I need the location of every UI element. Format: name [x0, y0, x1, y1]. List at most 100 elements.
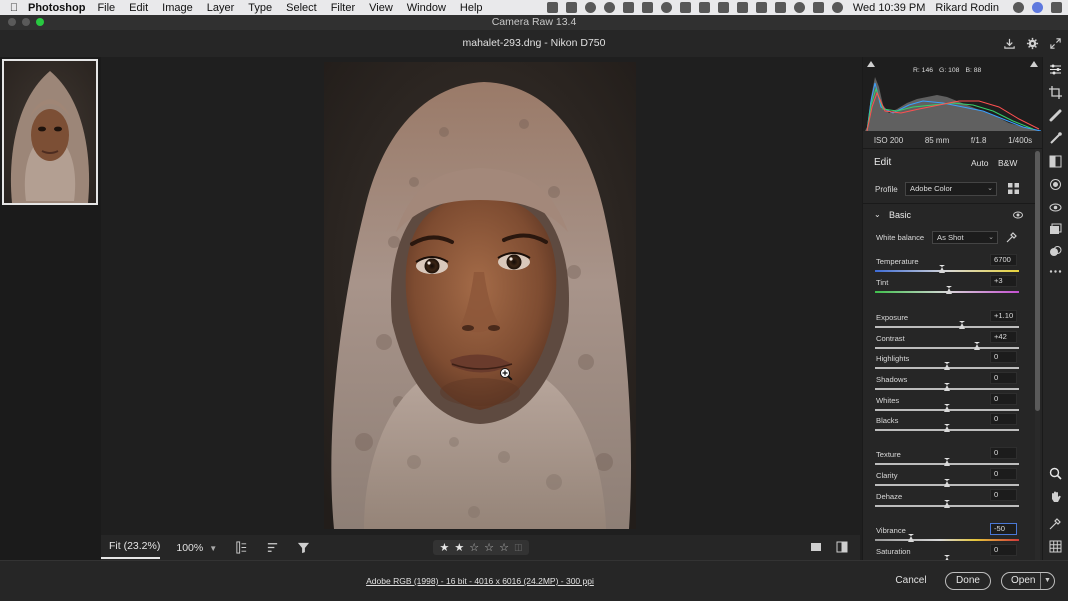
highlights-value-field[interactable]: 0: [990, 351, 1017, 363]
vibrance-value-field[interactable]: -50: [990, 523, 1017, 535]
saturation-value-field[interactable]: 0: [990, 544, 1017, 556]
dehaze-value-field[interactable]: 0: [990, 489, 1017, 501]
profile-browser-icon[interactable]: [1008, 183, 1019, 194]
whites-slider-thumb[interactable]: [943, 404, 950, 412]
radial-filter-icon[interactable]: [1049, 178, 1062, 191]
star-5-icon[interactable]: ☆: [499, 541, 509, 554]
full-screen-icon[interactable]: [1049, 37, 1062, 50]
shadows-slider-thumb[interactable]: [943, 383, 950, 391]
temperature-value-field[interactable]: 6700: [990, 254, 1017, 266]
vibrance-slider-thumb[interactable]: [907, 534, 914, 542]
tray-record-icon[interactable]: [584, 2, 596, 13]
save-image-icon[interactable]: [1003, 37, 1016, 50]
highlights-slider-thumb[interactable]: [943, 362, 950, 370]
temperature-slider-track[interactable]: [875, 270, 1019, 272]
whites-value-field[interactable]: 0: [990, 393, 1017, 405]
temperature-slider-thumb[interactable]: [939, 265, 946, 273]
image-canvas[interactable]: [101, 57, 860, 535]
tray-wifi-icon[interactable]: [831, 2, 843, 13]
blacks-value-field[interactable]: 0: [990, 413, 1017, 425]
menubar-user[interactable]: Rikard Rodin: [935, 2, 999, 14]
gear-icon[interactable]: [1026, 37, 1039, 50]
star-4-icon[interactable]: ☆: [484, 541, 494, 554]
tray-time-machine-icon[interactable]: [793, 2, 805, 13]
tray-volume-icon[interactable]: [736, 2, 748, 13]
menu-file[interactable]: File: [97, 2, 115, 14]
visibility-eye-icon[interactable]: [1013, 211, 1023, 219]
tray-app-icon[interactable]: [641, 2, 653, 13]
tray-app-icon[interactable]: [698, 2, 710, 13]
zoom-tool-icon[interactable]: [1049, 467, 1062, 480]
zoom-level-dropdown[interactable]: 100% ▼: [176, 542, 217, 554]
tint-value-field[interactable]: +3: [990, 275, 1017, 287]
crop-icon[interactable]: [1049, 86, 1062, 99]
menu-app-name[interactable]: Photoshop: [28, 2, 85, 14]
filmstrip-thumbnail[interactable]: [2, 59, 98, 205]
tray-app-icon[interactable]: [546, 2, 558, 13]
clarity-value-field[interactable]: 0: [990, 468, 1017, 480]
snapshots-icon[interactable]: [1049, 223, 1062, 236]
close-window-button[interactable]: [8, 18, 16, 26]
grid-overlay-icon[interactable]: [1049, 540, 1062, 553]
cancel-button[interactable]: Cancel: [888, 572, 934, 590]
tray-app-icon[interactable]: [660, 2, 672, 13]
graduated-filter-icon[interactable]: [1049, 155, 1062, 168]
menu-filter[interactable]: Filter: [331, 2, 355, 14]
tray-control-center-icon[interactable]: [1051, 2, 1062, 13]
trash-icon[interactable]: ◫: [514, 542, 523, 553]
hand-tool-icon[interactable]: [1049, 490, 1062, 503]
adjustment-brush-icon[interactable]: [1049, 132, 1062, 145]
menu-image[interactable]: Image: [162, 2, 193, 14]
main-photo-preview[interactable]: [324, 62, 636, 529]
shadows-value-field[interactable]: 0: [990, 372, 1017, 384]
filter-icon[interactable]: [297, 541, 310, 554]
dehaze-slider-thumb[interactable]: [943, 500, 950, 508]
star-2-icon[interactable]: ★: [454, 541, 464, 554]
shadow-clipping-icon[interactable]: [867, 59, 875, 67]
tray-battery-icon[interactable]: [774, 2, 786, 13]
menu-type[interactable]: Type: [248, 2, 272, 14]
tray-bookmark-icon[interactable]: [679, 2, 691, 13]
edit-sliders-icon[interactable]: [1049, 63, 1062, 76]
clarity-slider-thumb[interactable]: [943, 479, 950, 487]
contrast-slider-thumb[interactable]: [973, 342, 980, 350]
before-after-icon[interactable]: [836, 541, 848, 553]
menu-edit[interactable]: Edit: [129, 2, 148, 14]
healing-brush-icon[interactable]: [1049, 109, 1062, 122]
tray-display-icon[interactable]: [812, 2, 824, 13]
tray-bluetooth-icon[interactable]: [755, 2, 767, 13]
tray-camera-icon[interactable]: [603, 2, 615, 13]
tray-image-icon[interactable]: [622, 2, 634, 13]
fit-zoom-button[interactable]: Fit (23.2%): [109, 540, 160, 555]
open-button[interactable]: Open ▼: [1001, 572, 1055, 590]
done-button[interactable]: Done: [945, 572, 991, 590]
more-options-icon[interactable]: [1049, 265, 1062, 278]
highlight-clipping-icon[interactable]: [1030, 59, 1038, 67]
white-balance-dropdown[interactable]: As Shot ⌄: [932, 231, 998, 244]
tray-siri-icon[interactable]: [1032, 2, 1043, 13]
chevron-down-icon[interactable]: ▼: [1044, 573, 1051, 589]
exposure-slider-thumb[interactable]: [959, 321, 966, 329]
contrast-value-field[interactable]: +42: [990, 331, 1017, 343]
texture-value-field[interactable]: 0: [990, 447, 1017, 459]
single-view-icon[interactable]: [810, 541, 822, 553]
menu-select[interactable]: Select: [286, 2, 317, 14]
tray-cast-icon[interactable]: [717, 2, 729, 13]
blacks-slider-thumb[interactable]: [943, 424, 950, 432]
star-1-icon[interactable]: ★: [440, 541, 450, 554]
presets-icon[interactable]: [1049, 245, 1062, 258]
menu-layer[interactable]: Layer: [207, 2, 235, 14]
menu-help[interactable]: Help: [460, 2, 483, 14]
eyedropper-icon[interactable]: [1006, 232, 1017, 243]
auto-button[interactable]: Auto: [971, 158, 989, 168]
bw-button[interactable]: B&W: [998, 158, 1017, 168]
panel-scrollbar[interactable]: [1035, 149, 1040, 560]
tray-search-icon[interactable]: [1013, 2, 1024, 13]
filmstrip-toggle-icon[interactable]: [235, 541, 248, 554]
color-sampler-icon[interactable]: [1049, 517, 1062, 530]
menu-window[interactable]: Window: [407, 2, 446, 14]
vibrance-slider-track[interactable]: [875, 539, 1019, 541]
tray-app-icon[interactable]: [565, 2, 577, 13]
exposure-value-field[interactable]: +1.10: [990, 310, 1017, 322]
basic-section-header[interactable]: ⌄ Basic: [863, 207, 1035, 225]
